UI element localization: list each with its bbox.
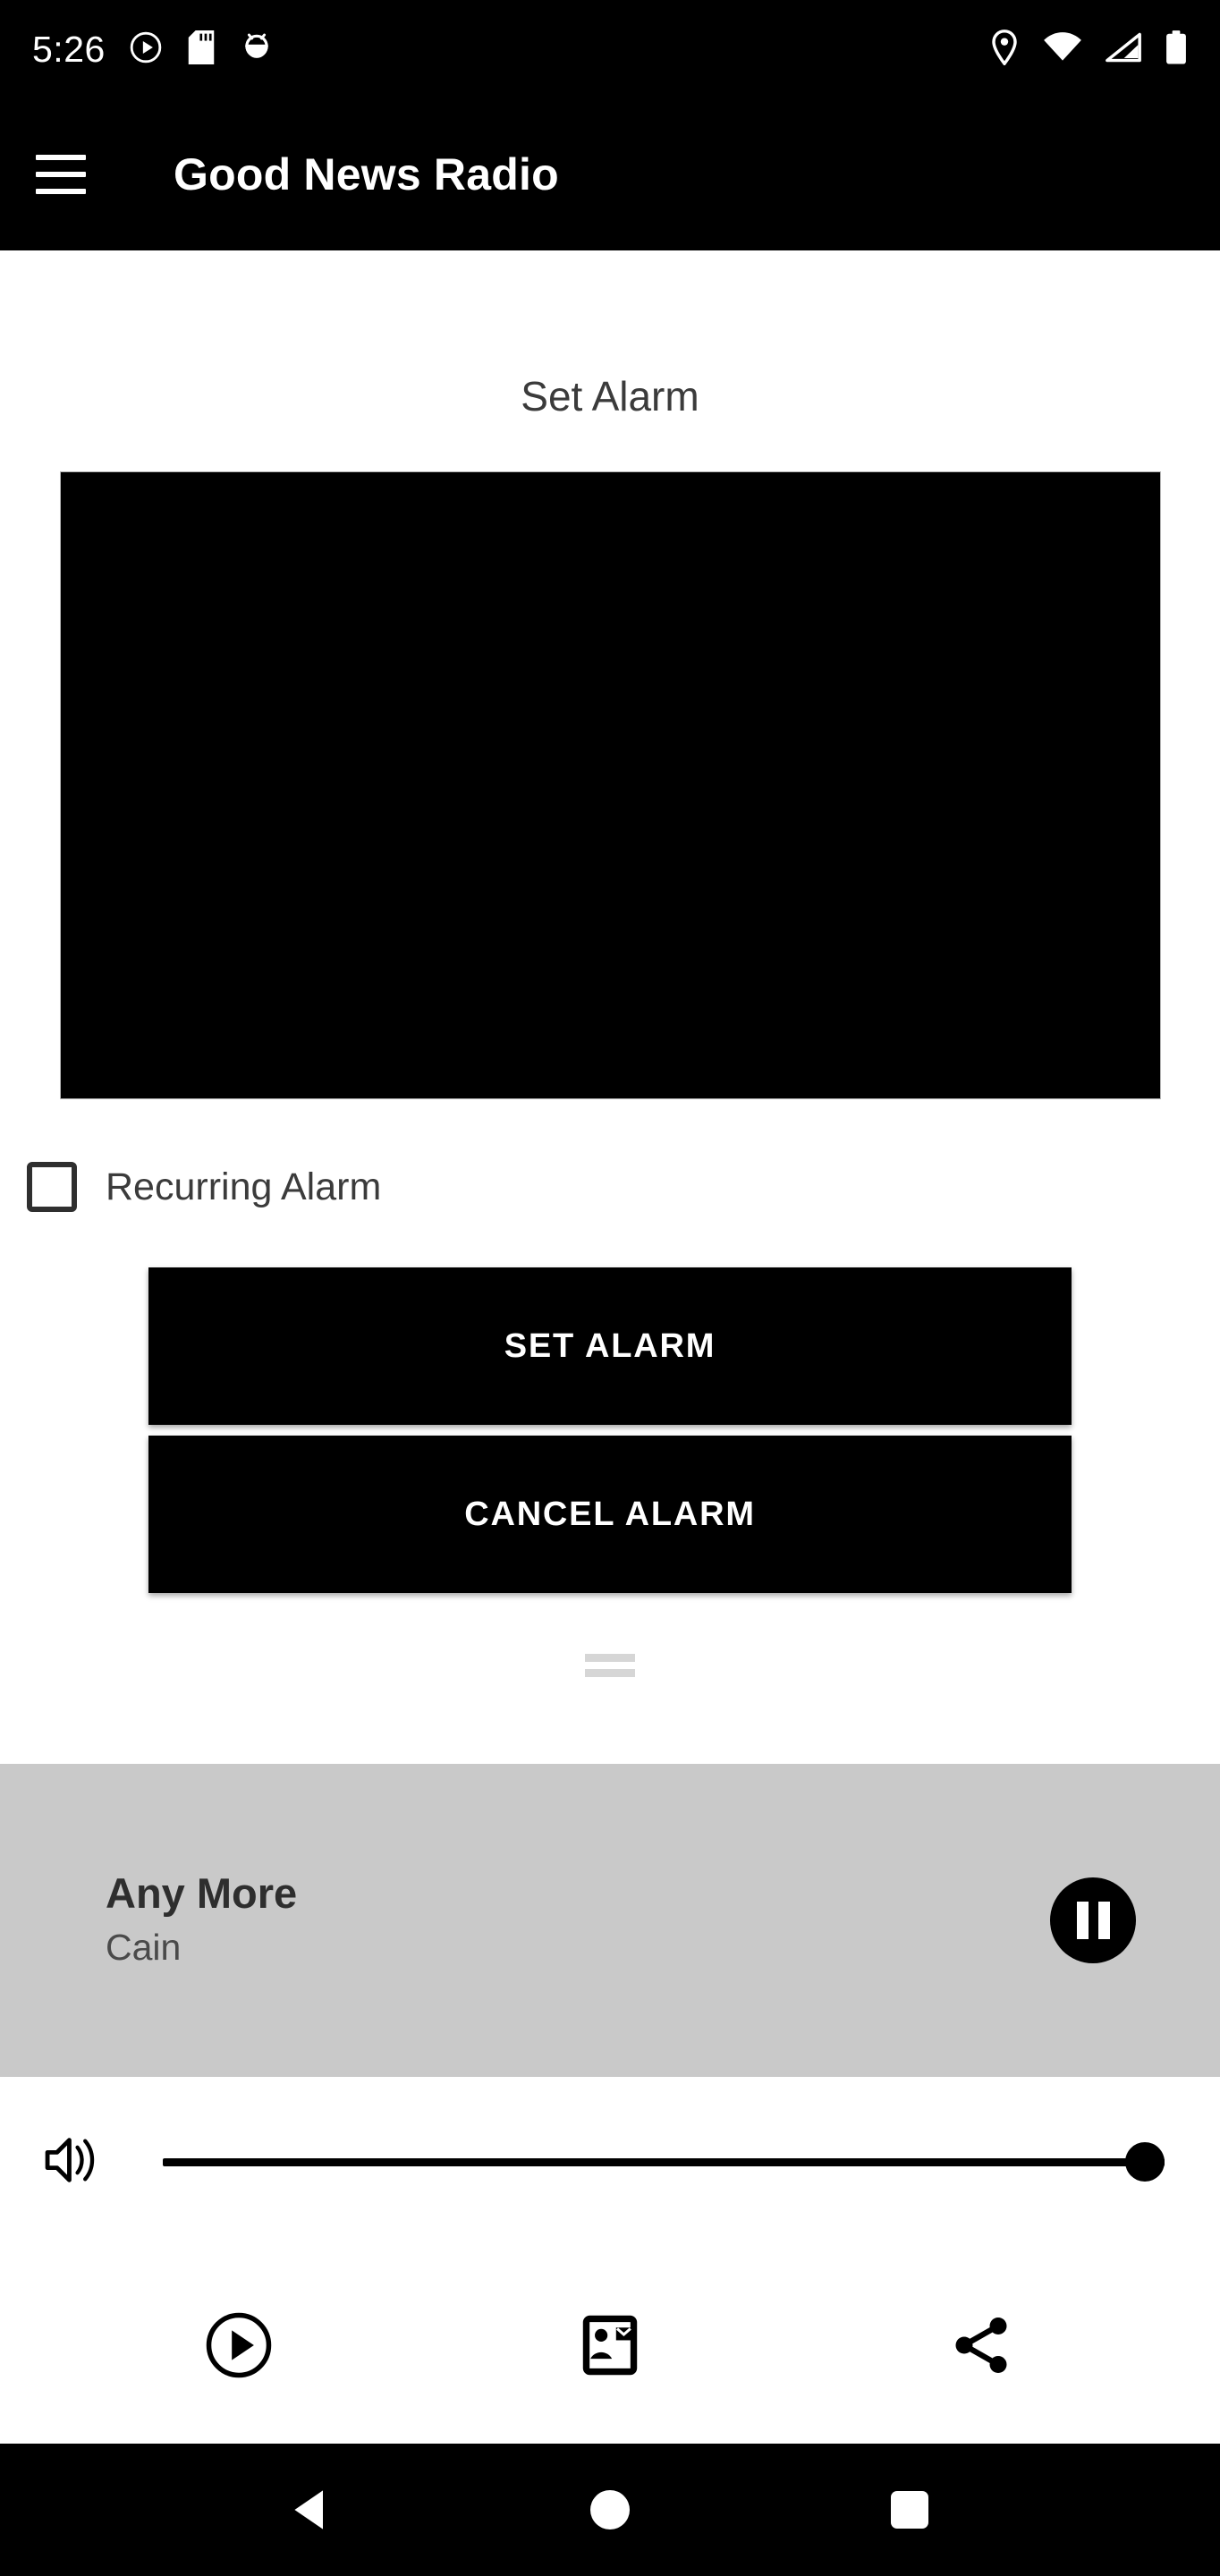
home-circle-icon[interactable] [556,2456,664,2563]
time-picker[interactable] [59,471,1161,1099]
volume-up-icon[interactable] [43,2132,102,2192]
share-icon[interactable] [914,2278,1048,2412]
recents-square-icon[interactable] [856,2456,963,2563]
volume-slider[interactable] [163,2135,1165,2189]
android-debug-icon [240,30,274,69]
alarm-button-group: SET ALARM CANCEL ALARM [0,1267,1220,1593]
app-bar: Good News Radio [0,98,1220,250]
volume-row [0,2077,1220,2247]
phone-screen: 5:26 Good News Radio Set Alarm Recurring… [0,0,1220,2576]
play-circle-icon[interactable] [172,2278,306,2412]
status-bar: 5:26 [0,0,1220,98]
page-title: Set Alarm [521,373,699,419]
volume-slider-thumb[interactable] [1125,2142,1165,2182]
battery-icon [1165,30,1188,70]
now-playing-artist: Cain [106,1926,182,1968]
contact-mail-icon[interactable] [543,2278,677,2412]
recurring-alarm-checkbox[interactable] [27,1162,77,1212]
status-bar-left: 5:26 [32,30,274,69]
volume-slider-track [163,2157,1165,2166]
now-playing-title: Any More [106,1869,298,1918]
now-playing-text: Any More Cain [106,1869,1050,1970]
play-circle-icon [129,30,163,69]
sd-card-icon [186,30,216,69]
wifi-icon [1043,31,1082,67]
main-content: Set Alarm Recurring Alarm SET ALARM CANC… [0,250,1220,2576]
pause-icon[interactable] [1050,1877,1136,1963]
hamburger-menu-icon[interactable] [36,155,86,194]
status-bar-clock: 5:26 [32,28,106,70]
bottom-sheet-drag-handle[interactable] [0,1654,1220,1677]
back-triangle-icon[interactable] [257,2456,364,2563]
cancel-alarm-button[interactable]: CANCEL ALARM [148,1436,1072,1593]
now-playing-bar[interactable]: Any More Cain [0,1764,1220,2077]
recurring-alarm-label: Recurring Alarm [106,1165,382,1208]
app-title: Good News Radio [174,149,559,199]
location-icon [989,29,1020,70]
action-row [0,2247,1220,2444]
status-bar-right [989,29,1188,70]
recurring-alarm-row[interactable]: Recurring Alarm [27,1162,1220,1212]
set-alarm-button[interactable]: SET ALARM [148,1267,1072,1425]
cellular-signal-icon [1106,32,1141,67]
android-nav-bar [0,2444,1220,2576]
